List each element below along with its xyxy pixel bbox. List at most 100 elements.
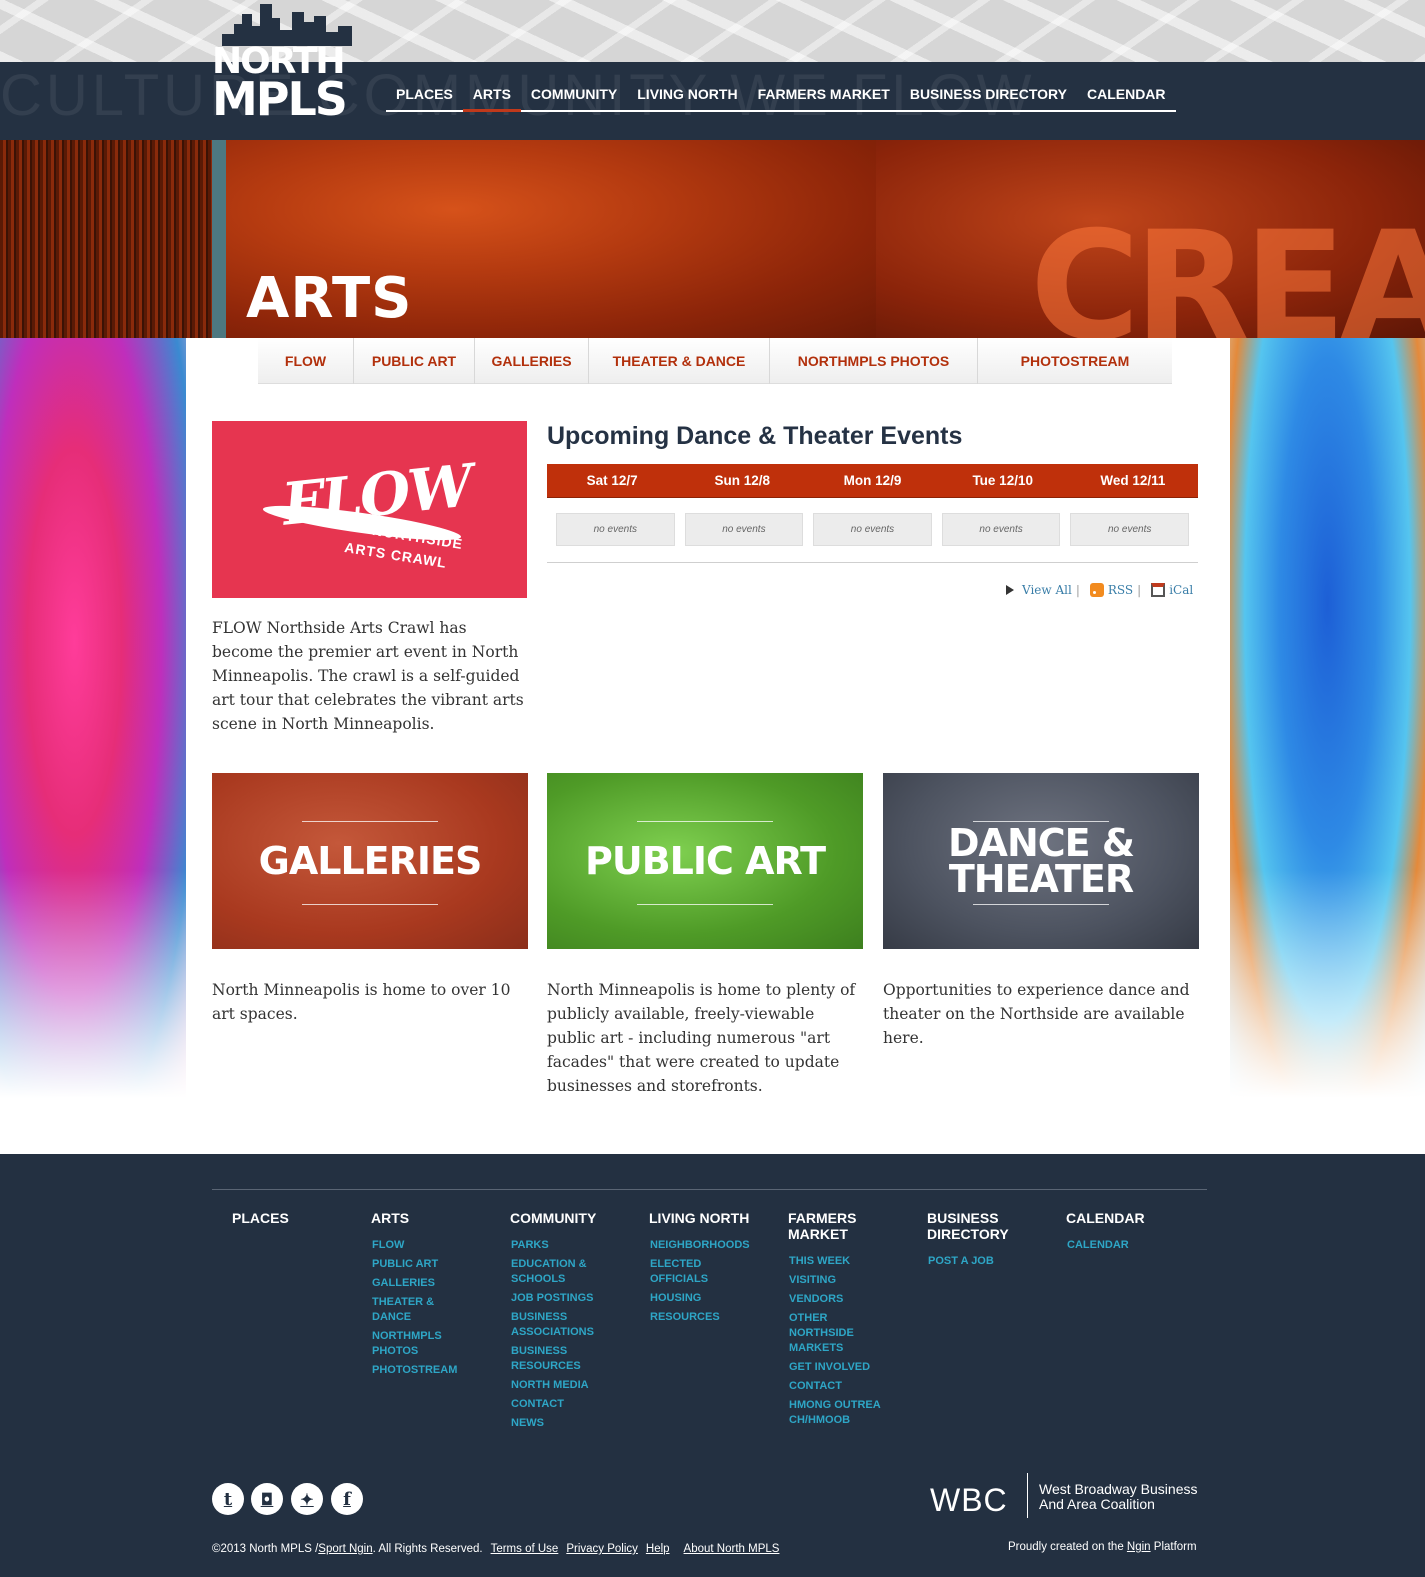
footer-link[interactable]: BUSINESS ASSOCIATIONS xyxy=(511,1310,601,1340)
arts-subnav: FLOW PUBLIC ART GALLERIES THEATER & DANC… xyxy=(258,338,1172,384)
public-art-tile[interactable]: PUBLIC ART xyxy=(547,773,863,949)
footer-link[interactable]: JOB POSTINGS xyxy=(511,1291,618,1306)
footer-link[interactable]: NEWS xyxy=(511,1416,618,1431)
separator: | xyxy=(1137,583,1142,597)
footer-link[interactable]: VISITING xyxy=(789,1273,896,1288)
dance-theater-description: Opportunities to experience dance and th… xyxy=(883,981,1190,1047)
rss-icon[interactable] xyxy=(1089,583,1104,597)
footer-link[interactable]: CALENDAR xyxy=(1067,1238,1174,1253)
nav-business-directory[interactable]: BUSINESS DIRECTORY xyxy=(900,84,1077,110)
footer-link[interactable]: THIS WEEK xyxy=(789,1254,896,1269)
rss-link[interactable]: RSS xyxy=(1108,583,1133,597)
events-day-header: Sat 12/7 Sun 12/8 Mon 12/9 Tue 12/10 Wed… xyxy=(547,464,1198,498)
tile-rule xyxy=(973,904,1109,905)
privacy-link[interactable]: Privacy Policy xyxy=(566,1543,638,1555)
logo-mpls[interactable]: MPLS xyxy=(212,76,348,122)
footer-col-business-directory: BUSINESS DIRECTORY POST A JOB xyxy=(907,1210,1035,1273)
no-events-cell: no events xyxy=(684,513,804,546)
no-events-cell: no events xyxy=(1070,513,1189,546)
hero-band xyxy=(212,140,226,338)
footer-link[interactable]: PUBLIC ART xyxy=(372,1257,479,1272)
subnav-photostream[interactable]: PHOTOSTREAM xyxy=(978,338,1172,384)
facebook-icon[interactable]: f xyxy=(331,1483,363,1515)
instagram-icon[interactable]: ◘ xyxy=(251,1483,283,1515)
footer-link[interactable]: CONTACT xyxy=(511,1397,618,1412)
footer-link[interactable]: GET INVOLVED xyxy=(789,1360,896,1375)
dance-theater-tile-title: DANCE & THEATER xyxy=(948,821,1135,901)
footer-col-living-north: LIVING NORTH NEIGHBORHOODS ELECTED OFFIC… xyxy=(629,1210,757,1329)
subnav-flow[interactable]: FLOW xyxy=(258,338,354,384)
footer-link[interactable]: OTHER NORTHSIDE MARKETS xyxy=(789,1311,859,1356)
twitter-icon[interactable]: ✦ xyxy=(291,1483,323,1515)
footer-heading[interactable]: CALENDAR xyxy=(1066,1210,1174,1226)
footer-heading[interactable]: BUSINESS DIRECTORY xyxy=(927,1210,1017,1242)
subnav-public-art[interactable]: PUBLIC ART xyxy=(354,338,475,384)
footer-link[interactable]: POST A JOB xyxy=(928,1254,1035,1269)
footer-heading[interactable]: COMMUNITY xyxy=(510,1210,618,1226)
about-link[interactable]: About North MPLS xyxy=(684,1543,780,1555)
wbc-divider xyxy=(1027,1473,1028,1518)
footer-col-farmers-market: FARMERS MARKET THIS WEEK VISITING VENDOR… xyxy=(768,1210,896,1432)
footer-col-arts: ARTS FLOW PUBLIC ART GALLERIES THEATER &… xyxy=(351,1210,479,1382)
no-events-cell: no events xyxy=(941,513,1061,546)
footer-link[interactable]: VENDORS xyxy=(789,1292,896,1307)
footer-link[interactable]: PARKS xyxy=(511,1238,618,1253)
nav-farmers-market[interactable]: FARMERS MARKET xyxy=(748,84,900,110)
calendar-icon[interactable] xyxy=(1151,583,1166,597)
nav-calendar[interactable]: CALENDAR xyxy=(1077,84,1176,110)
footer-link[interactable]: BUSINESS RESOURCES xyxy=(511,1344,591,1374)
copyright-text: ©2013 North MPLS / xyxy=(212,1543,319,1555)
dance-theater-tile[interactable]: DANCE & THEATER xyxy=(883,773,1199,949)
footer-heading[interactable]: PLACES xyxy=(232,1210,340,1226)
flow-logo-card[interactable]: FLOW NORTHSIDE ARTS CRAWL xyxy=(212,421,527,598)
view-all-link[interactable]: View All xyxy=(1022,583,1072,597)
footer-link[interactable]: NORTHMPLS PHOTOS xyxy=(372,1329,452,1359)
side-artwork-left xyxy=(0,338,186,1098)
galleries-tile-title: GALLERIES xyxy=(258,839,483,883)
flow-description: FLOW Northside Arts Crawl has become the… xyxy=(212,619,524,733)
footer-link[interactable]: NEIGHBORHOODS xyxy=(650,1238,757,1253)
footer-link[interactable]: PHOTOSTREAM xyxy=(372,1363,479,1378)
footer-link[interactable]: HMONG OUTREACH/HMOOB xyxy=(789,1398,881,1428)
event-day-label: Tue 12/10 xyxy=(972,473,1033,488)
sport-ngin-link[interactable]: Sport Ngin xyxy=(318,1543,372,1555)
help-link[interactable]: Help xyxy=(646,1543,670,1555)
footer-link[interactable]: ELECTED OFFICIALS xyxy=(650,1257,720,1287)
footer-link[interactable]: FLOW xyxy=(372,1238,479,1253)
footer-link[interactable]: RESOURCES xyxy=(650,1310,757,1325)
nav-living-north[interactable]: LIVING NORTH xyxy=(627,84,747,110)
public-art-description: North Minneapolis is home to plenty of p… xyxy=(547,981,856,1095)
nav-arts[interactable]: ARTS xyxy=(462,84,522,112)
footer-heading[interactable]: LIVING NORTH xyxy=(649,1210,757,1226)
footer-heading[interactable]: FARMERS MARKET xyxy=(788,1210,868,1242)
subnav-northmpls-photos[interactable]: NORTHMPLS PHOTOS xyxy=(770,338,978,384)
subnav-galleries[interactable]: GALLERIES xyxy=(475,338,589,384)
footer-link[interactable]: CONTACT xyxy=(789,1379,896,1394)
event-day-label: Mon 12/9 xyxy=(843,473,902,488)
tile-rule xyxy=(302,821,438,822)
footer-link[interactable]: THEATER & DANCE xyxy=(372,1295,442,1325)
page-title: ARTS xyxy=(246,266,413,331)
footer-link[interactable]: HOUSING xyxy=(650,1291,757,1306)
wbc-logo[interactable]: WBC xyxy=(930,1482,1008,1519)
footer-link[interactable]: NORTH MEDIA xyxy=(511,1378,618,1393)
footer-link[interactable]: EDUCATION & SCHOOLS xyxy=(511,1257,591,1287)
copyright-bar: ©2013 North MPLS / Sport Ngin . All Righ… xyxy=(212,1543,779,1555)
ngin-link[interactable]: Ngin xyxy=(1127,1541,1151,1553)
terms-link[interactable]: Terms of Use xyxy=(491,1543,559,1555)
footer-heading[interactable]: ARTS xyxy=(371,1210,479,1226)
galleries-tile[interactable]: GALLERIES xyxy=(212,773,528,949)
nav-community[interactable]: COMMUNITY xyxy=(521,84,627,110)
public-art-tile-title: PUBLIC ART xyxy=(584,839,826,883)
main-nav: PLACES ARTS COMMUNITY LIVING NORTH FARME… xyxy=(386,84,1176,112)
ical-link[interactable]: iCal xyxy=(1169,583,1193,597)
nav-places[interactable]: PLACES xyxy=(386,84,463,110)
footer-link[interactable]: GALLERIES xyxy=(372,1276,479,1291)
events-title: Upcoming Dance & Theater Events xyxy=(547,422,963,450)
platform-credit: Proudly created on the Ngin Platform xyxy=(1008,1541,1197,1553)
tumblr-icon[interactable]: t xyxy=(212,1483,244,1515)
footer-col-places: PLACES xyxy=(212,1210,340,1238)
event-day-label: Wed 12/11 xyxy=(1100,473,1166,488)
subnav-theater-dance[interactable]: THEATER & DANCE xyxy=(589,338,770,384)
events-row: no events no events no events no events … xyxy=(547,505,1198,563)
